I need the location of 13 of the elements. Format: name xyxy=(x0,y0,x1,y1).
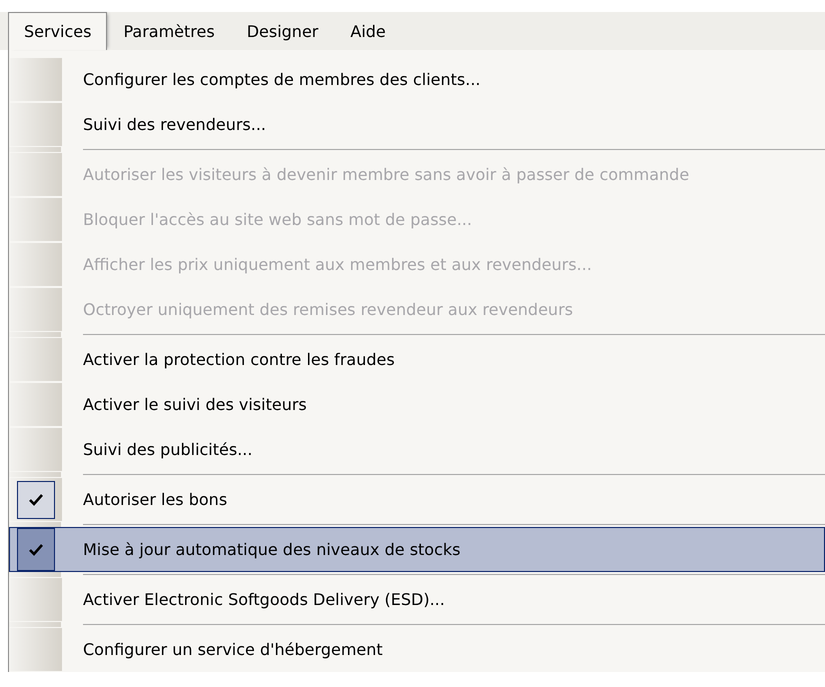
menu-item[interactable]: Activer le suivi des visiteurs xyxy=(9,382,825,427)
menu-item[interactable]: Suivi des publicités... xyxy=(9,427,825,472)
menu-bar-item[interactable]: Paramètres xyxy=(107,12,231,50)
menu-item[interactable]: Suivi des revendeurs... xyxy=(9,102,825,147)
menu-bar-item[interactable]: Designer xyxy=(230,12,334,50)
menu-bar-item[interactable]: Aide xyxy=(334,12,402,50)
menu-item[interactable]: Configurer un service d'hébergement xyxy=(9,627,825,672)
menu-item[interactable]: Activer la protection contre les fraudes xyxy=(9,337,825,382)
menu-bar-item[interactable]: Services xyxy=(8,12,108,50)
menu-item[interactable]: Mise à jour automatique des niveaux de stocks xyxy=(9,527,825,572)
menu-item[interactable]: Autoriser les bons xyxy=(9,477,825,522)
menu-item[interactable]: Configurer les comptes de membres des clients... xyxy=(9,57,825,102)
menu-item[interactable]: Activer Electronic Softgoods Delivery (ESD)... xyxy=(9,577,825,622)
